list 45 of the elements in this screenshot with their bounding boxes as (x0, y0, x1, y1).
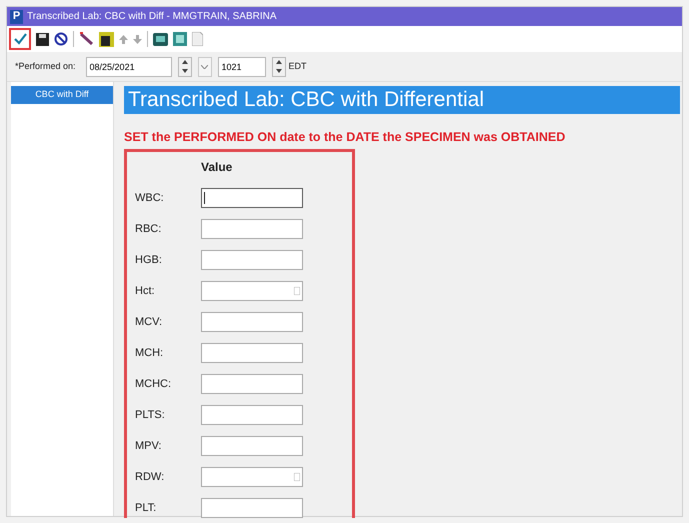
document-icon[interactable] (192, 32, 203, 46)
value-field[interactable] (201, 374, 303, 394)
value-field[interactable] (201, 342, 303, 363)
sign-button[interactable] (9, 28, 31, 50)
time-field[interactable]: 1021 (218, 56, 266, 76)
value-field[interactable] (201, 280, 303, 301)
monitor-icon[interactable] (153, 32, 168, 46)
field-label: RDW: (135, 470, 166, 484)
field-label: MCV: (135, 314, 164, 330)
text-cursor (204, 192, 205, 204)
check-icon (14, 33, 26, 45)
performed-on-label: *Performed on: (15, 60, 76, 73)
date-dropdown-button[interactable] (198, 56, 212, 76)
value-field[interactable] (201, 188, 303, 208)
field-label: PLT: (135, 500, 158, 516)
value-field[interactable] (201, 436, 303, 456)
field-label: PLTS: (135, 408, 166, 422)
time-spinner[interactable] (272, 56, 286, 76)
field-label: MCH: (135, 346, 164, 360)
time-zone-label: EDT (288, 60, 307, 73)
value-field[interactable] (201, 312, 303, 332)
window-title: Transcribed Lab: CBC with Diff - MMGTRAIN, SABRINA (27, 10, 277, 24)
app-logo-icon: P (10, 10, 23, 24)
up-arrow-icon[interactable] (119, 34, 128, 44)
date-field[interactable]: 08/25/2021 (86, 56, 172, 76)
cancel-icon[interactable] (54, 32, 68, 46)
field-label: HGB: (135, 252, 163, 268)
field-label: MPV: (135, 438, 162, 454)
field-label: Hct: (135, 284, 156, 298)
value-field[interactable] (201, 250, 303, 270)
field-label: MCHC: (135, 376, 172, 392)
down-arrow-icon[interactable] (133, 34, 142, 44)
value-field[interactable] (201, 466, 303, 487)
value-field[interactable] (201, 498, 303, 518)
field-label: RBC: (135, 222, 162, 236)
form-heading: Transcribed Lab: CBC with Differential (124, 86, 680, 114)
chevron-down-icon (201, 64, 208, 68)
value-column-header: Value (201, 158, 232, 176)
save-icon[interactable] (36, 32, 49, 46)
field-label: WBC: (135, 190, 165, 206)
value-field[interactable] (201, 404, 303, 425)
instruction-text: SET the PERFORMED ON date to the DATE the SPECIMEN was OBTAINED (124, 129, 566, 146)
date-spinner[interactable] (178, 56, 192, 76)
value-field[interactable] (201, 218, 303, 239)
sidebar-item[interactable]: CBC with Diff (11, 86, 113, 104)
